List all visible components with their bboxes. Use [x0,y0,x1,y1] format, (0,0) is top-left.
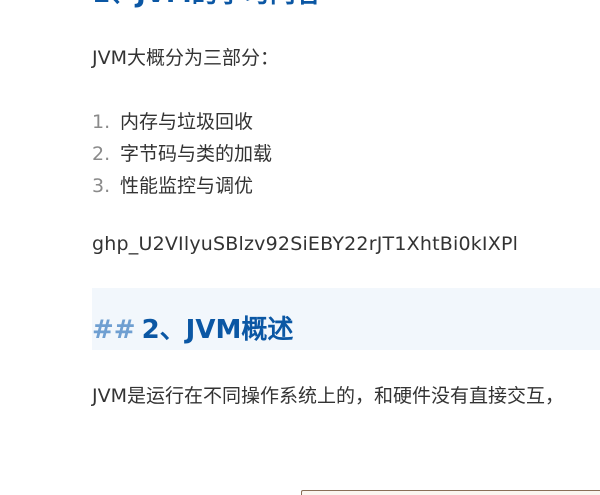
list-item-text: 字节码与类的加载 [120,143,273,165]
section-heading-2: ## 2、JVM概述 [92,311,293,349]
intro-paragraph: JVM大概分为三部分： [92,47,279,69]
list-item: 1. 内存与垃圾回收 [92,106,272,138]
list-item: 2. 字节码与类的加载 [92,138,272,170]
list-item-number: 3. [92,175,111,197]
embedded-frame-edge [301,490,600,495]
overview-paragraph: JVM是运行在不同操作系统上的，和硬件没有直接交互， [92,385,564,407]
list-item-number: 1. [92,111,111,133]
section-heading-1: 1、JVM的学习内容 [92,0,322,10]
list-item: 3. 性能监控与调优 [92,170,272,202]
section-heading-2-text: 2、JVM概述 [141,315,294,345]
token-text: ghp_U2VIlyuSBlzv92SiEBY22rJT1XhtBi0kIXPl [92,233,519,255]
heading-marker: ## [92,315,136,345]
list-item-number: 2. [92,143,111,165]
list-item-text: 性能监控与调优 [120,175,254,197]
list-item-text: 内存与垃圾回收 [120,111,254,133]
content-list: 1. 内存与垃圾回收 2. 字节码与类的加载 3. 性能监控与调优 [92,106,272,202]
